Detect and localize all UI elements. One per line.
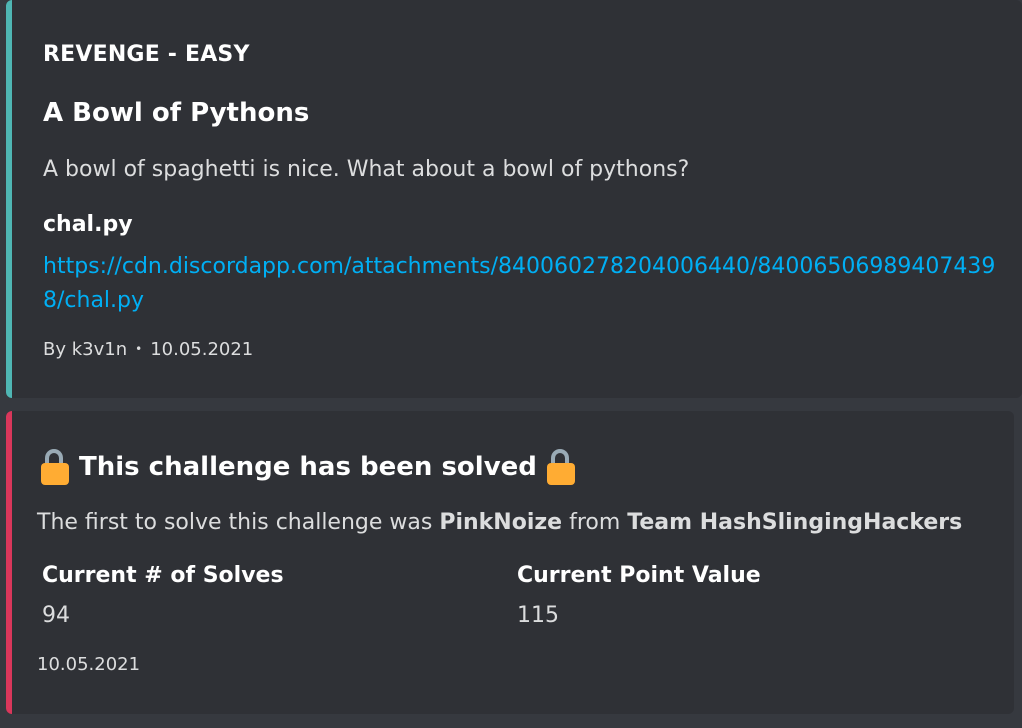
- challenge-embed: REVENGE - EASY A Bowl of Pythons A bowl …: [6, 0, 1022, 398]
- embed-description: A bowl of spaghetti is nice. What about …: [43, 157, 690, 182]
- embed-author: REVENGE - EASY: [43, 42, 250, 67]
- embed-footer: By k3v1n • 10.05.2021: [43, 339, 253, 360]
- solves-field-name: Current # of Solves: [42, 563, 284, 588]
- embed-title: A Bowl of Pythons: [43, 98, 310, 128]
- footer-separator: •: [135, 342, 143, 356]
- embed-accent-bar: [6, 411, 12, 714]
- solved-title: This challenge has been solved: [37, 449, 581, 485]
- team-name: Team HashSlingingHackers: [627, 510, 963, 535]
- desc-mid: from: [562, 510, 628, 535]
- file-download-link[interactable]: https://cdn.discordapp.com/attachments/8…: [43, 250, 1003, 318]
- embed-accent-bar: [6, 0, 12, 398]
- footer-date: 10.05.2021: [150, 339, 254, 360]
- open-lock-icon: [546, 449, 575, 485]
- open-lock-icon: [41, 449, 69, 485]
- solved-title-text: This challenge has been solved: [79, 452, 537, 482]
- points-field-value: 115: [517, 603, 559, 628]
- file-field-name: chal.py: [43, 212, 133, 237]
- solved-description: The first to solve this challenge was Pi…: [37, 510, 962, 535]
- solves-field-value: 94: [42, 603, 70, 628]
- footer-author: By k3v1n: [43, 339, 128, 360]
- solved-footer-date: 10.05.2021: [37, 654, 141, 675]
- points-field-name: Current Point Value: [517, 563, 761, 588]
- desc-prefix: The first to solve this challenge was: [37, 510, 440, 535]
- first-solver: PinkNoize: [439, 510, 563, 535]
